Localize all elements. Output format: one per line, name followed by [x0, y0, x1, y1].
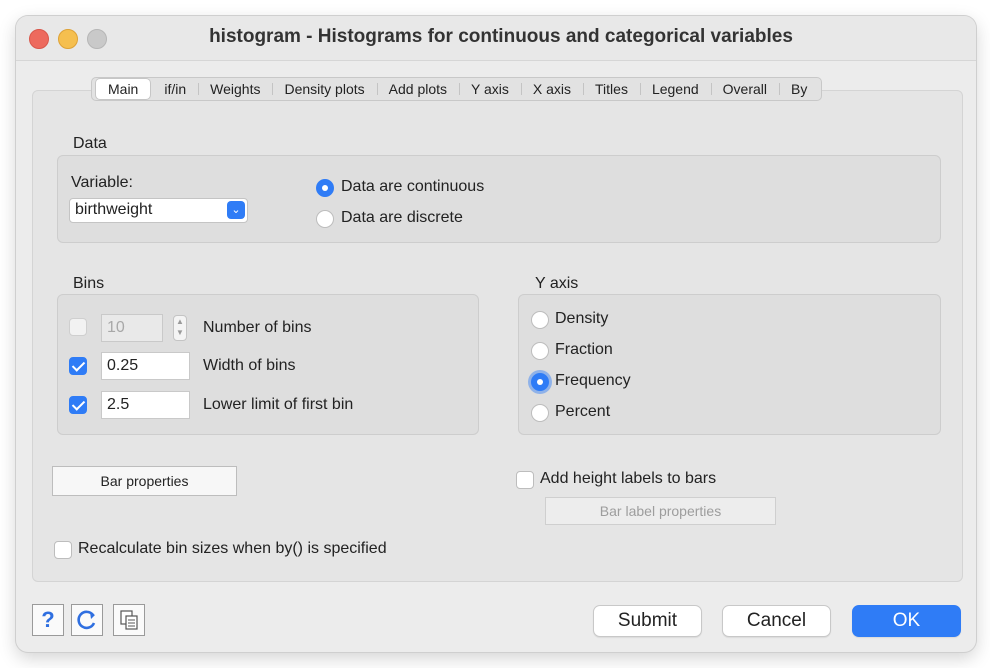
bins-group: 10 ▲ ▼ Number of bins 0.25 Width of bins … [57, 294, 479, 435]
data-continuous-label: Data are continuous [341, 178, 485, 195]
y-axis-group: Density Fraction Frequency Percent [518, 294, 941, 435]
data-discrete-label: Data are discrete [341, 209, 463, 226]
y-axis-density-label: Density [555, 310, 609, 327]
variable-select-value: birthweight [75, 201, 153, 218]
copy-command-button[interactable] [113, 604, 145, 636]
variable-label: Variable: [71, 174, 133, 191]
chevron-down-icon: ⌄ [227, 201, 245, 219]
y-axis-percent-label: Percent [555, 403, 611, 420]
tab-weights[interactable]: Weights [198, 79, 272, 99]
recalculate-bins-checkbox[interactable] [54, 541, 72, 559]
question-icon: ? [41, 607, 55, 632]
tab-density-plots[interactable]: Density plots [272, 79, 376, 99]
width-of-bins-checkbox[interactable] [69, 357, 87, 375]
tab-y-axis[interactable]: Y axis [459, 79, 521, 99]
submit-button[interactable]: Submit [593, 605, 702, 637]
tab-titles[interactable]: Titles [583, 79, 640, 99]
number-of-bins-input[interactable]: 10 [101, 314, 163, 342]
lower-limit-input[interactable]: 2.5 [101, 391, 190, 419]
lower-limit-checkbox[interactable] [69, 396, 87, 414]
y-axis-percent-radio[interactable] [531, 404, 549, 422]
tab-legend[interactable]: Legend [639, 79, 711, 99]
cancel-button[interactable]: Cancel [722, 605, 831, 637]
recalculate-bins-label: Recalculate bin sizes when by() is speci… [78, 540, 387, 557]
data-section-title: Data [73, 135, 107, 152]
tab-by[interactable]: By [779, 79, 819, 99]
y-axis-section-title: Y axis [535, 275, 579, 292]
ok-button[interactable]: OK [852, 605, 961, 637]
tab-overall[interactable]: Overall [710, 79, 779, 99]
histogram-dialog: histogram - Histograms for continuous an… [16, 16, 976, 652]
data-group: Variable: birthweight ⌄ Data are continu… [57, 155, 941, 243]
y-axis-frequency-label: Frequency [555, 372, 631, 389]
reset-button[interactable] [71, 604, 103, 636]
data-continuous-radio[interactable] [316, 179, 334, 197]
bar-properties-button[interactable]: Bar properties [52, 466, 237, 496]
y-axis-fraction-label: Fraction [555, 341, 613, 358]
title-bar: histogram - Histograms for continuous an… [16, 16, 976, 61]
main-tab-panel: Data Variable: birthweight ⌄ Data are co… [32, 90, 963, 582]
y-axis-frequency-radio[interactable] [531, 373, 549, 391]
reset-icon [77, 610, 96, 630]
width-of-bins-label: Width of bins [203, 357, 296, 374]
tab-if-in[interactable]: if/in [152, 79, 198, 99]
tab-main[interactable]: Main [96, 79, 151, 99]
copy-icon [120, 610, 138, 630]
window-title: histogram - Histograms for continuous an… [209, 26, 793, 47]
tab-x-axis[interactable]: X axis [520, 79, 583, 99]
y-axis-density-radio[interactable] [531, 311, 549, 329]
bins-section-title: Bins [73, 275, 105, 292]
dialog-tabs: Main if/in Weights Density plots Add plo… [91, 77, 823, 101]
lower-limit-label: Lower limit of first bin [203, 396, 354, 413]
height-labels-label: Add height labels to bars [540, 470, 717, 487]
number-of-bins-label: Number of bins [203, 319, 312, 336]
tab-add-plots[interactable]: Add plots [376, 79, 459, 99]
height-labels-checkbox[interactable] [516, 471, 534, 489]
help-button[interactable]: ? [32, 604, 64, 636]
y-axis-fraction-radio[interactable] [531, 342, 549, 360]
number-of-bins-checkbox[interactable] [69, 318, 87, 336]
number-of-bins-stepper[interactable]: ▲ ▼ [173, 315, 187, 341]
data-discrete-radio[interactable] [316, 210, 334, 228]
bar-label-properties-button[interactable]: Bar label properties [545, 497, 776, 525]
width-of-bins-input[interactable]: 0.25 [101, 352, 190, 380]
variable-select[interactable]: birthweight ⌄ [69, 198, 248, 223]
